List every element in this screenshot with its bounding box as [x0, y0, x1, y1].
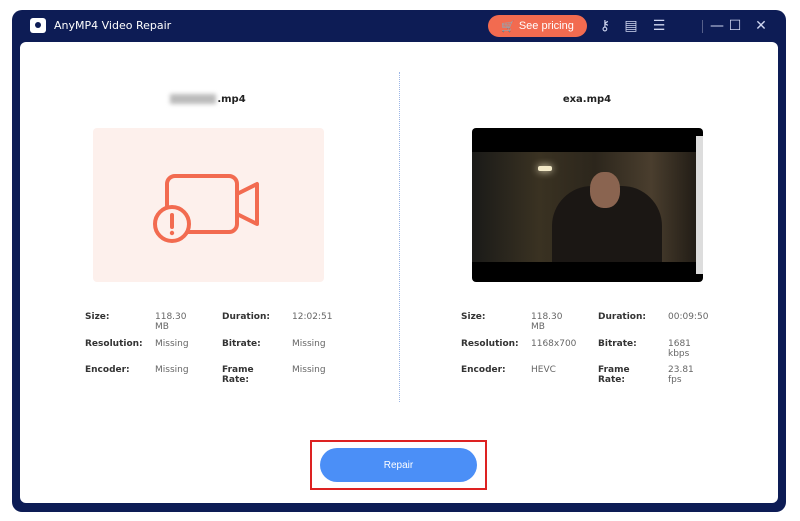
field-label: Duration:	[222, 312, 270, 322]
field-label: Size:	[85, 312, 110, 322]
title-bar: AnyMP4 Video Repair 🛒 See pricing ⚷ ▤ ☰ —…	[12, 10, 786, 42]
field-value: 118.30 MB	[155, 312, 187, 332]
field-value: HEVC	[531, 365, 556, 375]
lamp	[538, 166, 552, 171]
field-label: Size:	[461, 312, 486, 322]
menu-icon[interactable]: ☰	[650, 17, 668, 35]
video-frame	[472, 152, 696, 262]
field-label: Frame Rate:	[222, 365, 254, 385]
left-filename-ext: .mp4	[217, 94, 246, 105]
maximize-icon[interactable]: ☐	[726, 17, 744, 35]
see-pricing-button[interactable]: 🛒 See pricing	[488, 15, 587, 37]
see-pricing-label: See pricing	[518, 20, 574, 32]
field-value: Missing	[155, 365, 189, 375]
right-filename: exa.mp4	[562, 94, 612, 105]
column-divider	[399, 72, 400, 402]
field-value: Missing	[155, 338, 189, 349]
broken-video-thumbnail	[93, 128, 324, 282]
field-label: Encoder:	[85, 365, 130, 375]
field-label: Resolution:	[85, 338, 143, 349]
field-value: 12:02:51	[292, 312, 333, 322]
cart-icon: 🛒	[501, 20, 515, 33]
app-window: AnyMP4 Video Repair 🛒 See pricing ⚷ ▤ ☰ —…	[12, 10, 786, 512]
field-label: Duration:	[598, 312, 646, 322]
minimize-icon[interactable]: —	[708, 17, 726, 35]
app-title: AnyMP4 Video Repair	[54, 19, 172, 32]
field-value: 118.30 MB	[531, 312, 563, 332]
field-label: Encoder:	[461, 365, 506, 375]
field-label: Resolution:	[461, 338, 519, 349]
field-value: Missing	[292, 338, 326, 349]
feedback-icon[interactable]: ▤	[622, 17, 640, 35]
repair-button[interactable]: Repair	[320, 448, 477, 482]
app-logo-icon	[30, 18, 46, 33]
video-preview[interactable]	[472, 128, 703, 282]
head	[590, 172, 620, 208]
field-label: Bitrate:	[222, 338, 261, 349]
field-value: 23.81 fps	[668, 365, 694, 385]
field-value: 00:09:50	[668, 312, 709, 322]
left-filename: .mp4	[93, 94, 323, 105]
field-value: Missing	[292, 365, 326, 375]
broken-video-icon	[153, 174, 259, 243]
title-separator	[702, 20, 703, 33]
main-panel: .mp4 exa.mp4 Size: 118.30 MB Duration: 12:0…	[20, 42, 778, 503]
field-label: Frame Rate:	[598, 365, 630, 385]
key-icon[interactable]: ⚷	[596, 17, 614, 35]
field-value: 1168x700	[531, 338, 577, 349]
preview-edge	[696, 136, 703, 274]
blurred-name	[170, 94, 217, 104]
field-value: 1681 kbps	[668, 338, 691, 359]
close-icon[interactable]: ✕	[752, 17, 770, 35]
field-label: Bitrate:	[598, 338, 637, 349]
